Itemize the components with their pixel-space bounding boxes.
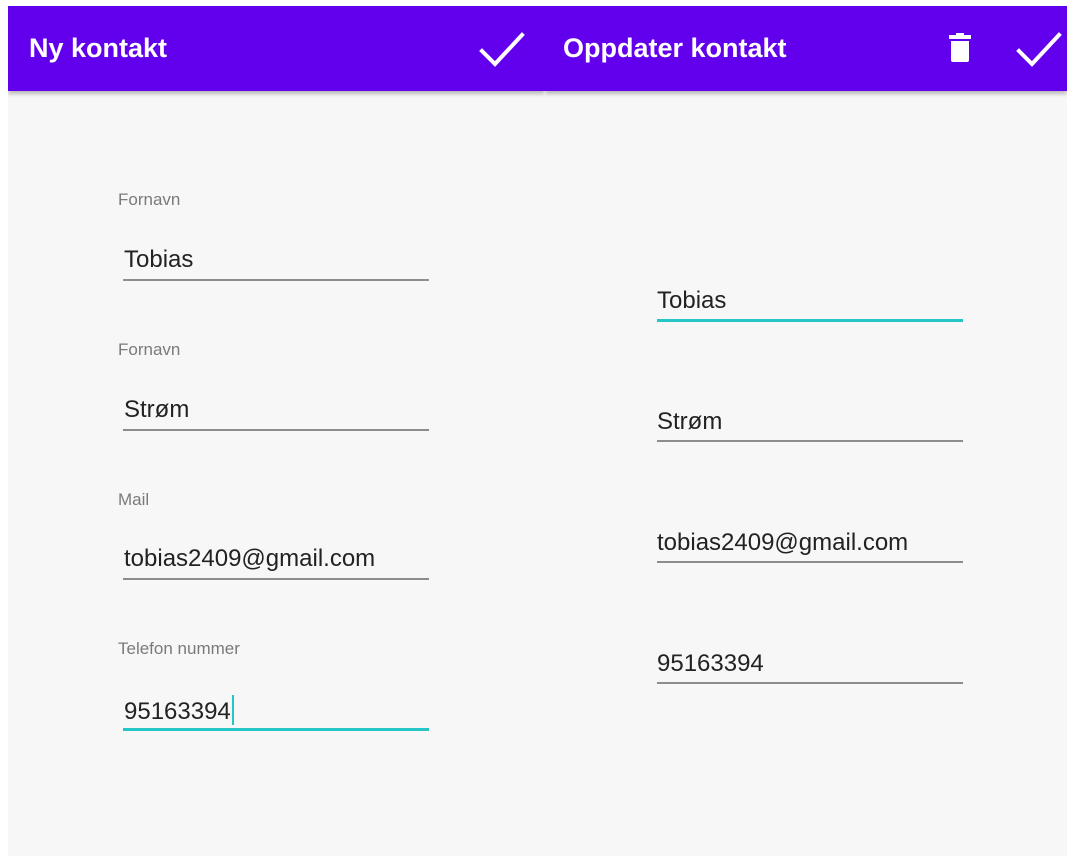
last-name-underline [123, 429, 429, 431]
first-name-value[interactable]: Tobias [657, 287, 726, 315]
text-cursor [231, 695, 234, 725]
mail-value[interactable]: tobias2409@gmail.com [657, 529, 908, 557]
app-bar-title: Ny kontakt [29, 33, 168, 63]
first-name-underline [657, 319, 963, 322]
new-contact-screen: Ny kontakt Fornavn Tobias Fornavn Strøm … [8, 6, 545, 856]
mail-underline [123, 578, 429, 580]
check-icon [1016, 32, 1062, 67]
phone-underline [657, 682, 963, 684]
delete-button[interactable] [948, 33, 972, 63]
trash-icon [949, 33, 971, 62]
last-name-value[interactable]: Strøm [657, 408, 722, 436]
app-bar-title: Oppdater kontakt [563, 33, 787, 63]
phone-value: 95163394 [124, 698, 231, 725]
phone-label: Telefon nummer [118, 639, 240, 658]
save-button[interactable] [1015, 30, 1063, 70]
mail-value[interactable]: tobias2409@gmail.com [124, 545, 375, 573]
phone-input[interactable]: 95163394 [124, 695, 234, 726]
mail-underline [657, 561, 963, 563]
phone-value[interactable]: 95163394 [657, 650, 764, 678]
mail-label: Mail [118, 490, 150, 509]
check-icon [479, 32, 525, 67]
phone-underline [123, 728, 429, 731]
last-name-label: Fornavn [118, 340, 181, 359]
last-name-value[interactable]: Strøm [124, 396, 189, 424]
last-name-underline [657, 440, 963, 442]
first-name-label: Fornavn [118, 190, 181, 209]
first-name-underline [123, 279, 429, 281]
app-bar: Oppdater kontakt [545, 6, 1067, 91]
first-name-value[interactable]: Tobias [124, 246, 193, 274]
app-bar: Ny kontakt [8, 6, 545, 91]
save-button[interactable] [478, 30, 526, 70]
update-contact-screen: Oppdater kontakt Tobias Strøm tobias2409… [545, 6, 1067, 856]
